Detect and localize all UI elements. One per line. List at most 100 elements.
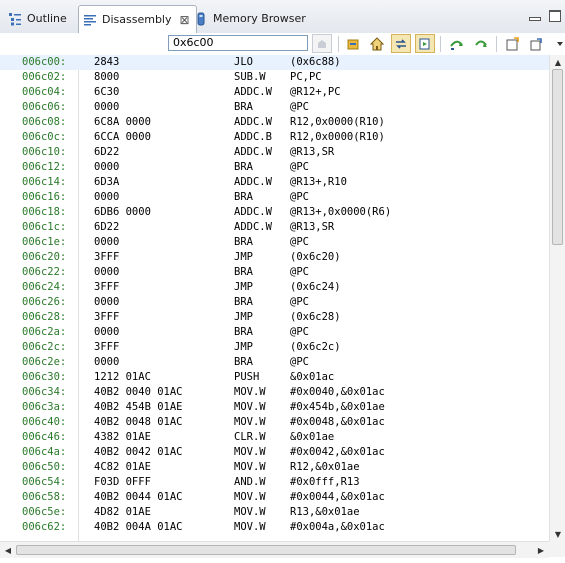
disassembly-row[interactable]: 006c26: 0000 BRA @PC: [0, 295, 549, 310]
memory-browser-icon: [194, 12, 208, 26]
disassembly-row[interactable]: 006c02: 8000 SUB.W PC,PC: [0, 70, 549, 85]
disassembly-row[interactable]: 006c14: 6D3A ADDC.W @R13+,R10: [0, 175, 549, 190]
mnemonic-cell: MOV.W: [234, 491, 266, 503]
scroll-left-icon[interactable]: ◀: [0, 543, 16, 557]
disassembly-row[interactable]: 006c06: 0000 BRA @PC: [0, 100, 549, 115]
address-cell: 006c26:: [22, 296, 67, 308]
opcode-cell: 40B2 004A 01AC: [94, 521, 183, 533]
operands-cell: (0x6c28): [290, 311, 341, 323]
sync-button[interactable]: [391, 34, 411, 53]
home-button[interactable]: [367, 34, 387, 53]
opcode-cell: 2843: [94, 56, 120, 68]
disassembly-row[interactable]: 006c5e: 4D82 01AE MOV.W R13,&0x01ae: [0, 505, 549, 520]
view-menu-button[interactable]: [550, 34, 565, 53]
disassembly-row[interactable]: 006c22: 0000 BRA @PC: [0, 265, 549, 280]
disassembly-row[interactable]: 006c20: 3FFF JMP (0x6c20): [0, 250, 549, 265]
address-cell: 006c2c:: [22, 341, 67, 353]
disassembly-row[interactable]: 006c30: 1212 01AC PUSH &0x01ac: [0, 370, 549, 385]
address-cell: 006c28:: [22, 311, 67, 323]
view-window-controls: [529, 10, 561, 22]
scroll-right-icon[interactable]: ▶: [533, 543, 549, 557]
toolbar-separator: [338, 36, 339, 52]
address-cell: 006c3a:: [22, 401, 67, 413]
opcode-cell: 4D82 01AE: [94, 506, 151, 518]
disassembly-row[interactable]: 006c2a: 0000 BRA @PC: [0, 325, 549, 340]
disassembly-row[interactable]: 006c50: 4C82 01AE MOV.W R12,&0x01ae: [0, 460, 549, 475]
vertical-scroll-thumb[interactable]: [552, 69, 563, 245]
disassembly-row[interactable]: 006c08: 6C8A 0000 ADDC.W R12,0x0000(R10): [0, 115, 549, 130]
disassembly-row[interactable]: 006c40: 40B2 0048 01AC MOV.W #0x0048,&0x01a…: [0, 415, 549, 430]
disassembly-row[interactable]: 006c0c: 6CCA 0000 ADDC.B R12,0x0000(R10): [0, 130, 549, 145]
disassembly-row[interactable]: 006c2e: 0000 BRA @PC: [0, 355, 549, 370]
scroll-up-icon[interactable]: ▲: [550, 55, 565, 69]
refresh-icon: [419, 38, 430, 49]
opcode-cell: 6D22: [94, 221, 120, 233]
opcode-cell: 6D3A: [94, 176, 120, 188]
opcode-cell: 8000: [94, 71, 120, 83]
disassembly-row[interactable]: 006c10: 6D22 ADDC.W @R13,SR: [0, 145, 549, 160]
step-return-button[interactable]: [471, 34, 491, 53]
tab-disassembly-label: Disassembly: [102, 13, 172, 26]
disassembly-row[interactable]: 006c54: F03D 0FFF AND.W #0x0fff,R13: [0, 475, 549, 490]
opcode-cell: 0000: [94, 296, 120, 308]
go-to-address-button[interactable]: [312, 34, 332, 53]
mnemonic-cell: MOV.W: [234, 401, 266, 413]
disassembly-listing[interactable]: 006c00: 2843 JLO (0x6c88) 006c02: 8000 SUB.W PC…: [0, 55, 549, 541]
minimize-icon[interactable]: [529, 17, 541, 21]
scroll-down-icon[interactable]: ▼: [550, 527, 565, 541]
mnemonic-cell: ADDC.W: [234, 146, 272, 158]
maximize-icon[interactable]: [549, 10, 561, 22]
disassembly-row[interactable]: 006c18: 6DB6 0000 ADDC.W @R13+,0x0000(R6): [0, 205, 549, 220]
disassembly-row[interactable]: 006c62: 40B2 004A 01AC MOV.W #0x004a,&0x01a…: [0, 520, 549, 535]
disassembly-row[interactable]: 006c1e: 0000 BRA @PC: [0, 235, 549, 250]
operands-cell: #0x004a,&0x01ac: [290, 521, 385, 533]
address-cell: 006c0c:: [22, 131, 67, 143]
mnemonic-cell: ADDC.W: [234, 116, 272, 128]
vertical-scrollbar[interactable]: ▲ ▼: [549, 55, 565, 541]
pin-button[interactable]: [526, 34, 546, 53]
operands-cell: @R13+,0x0000(R6): [290, 206, 392, 218]
disassembly-row[interactable]: 006c3a: 40B2 454B 01AE MOV.W #0x454b,&0x01a…: [0, 400, 549, 415]
horizontal-scrollbar[interactable]: ◀ ▶: [0, 541, 549, 558]
step-over-icon: [450, 40, 463, 50]
mnemonic-cell: BRA: [234, 236, 253, 248]
disassembly-row[interactable]: 006c34: 40B2 0040 01AC MOV.W #0x0040,&0x01a…: [0, 385, 549, 400]
disassembly-row[interactable]: 006c4a: 40B2 0042 01AC MOV.W #0x0042,&0x01a…: [0, 445, 549, 460]
operands-cell: &0x01ae: [290, 431, 335, 443]
address-input[interactable]: [168, 35, 308, 51]
mnemonic-cell: JLO: [234, 56, 253, 68]
tab-memory-browser[interactable]: Memory Browser: [186, 6, 306, 31]
operands-cell: #0x0048,&0x01ac: [290, 416, 385, 428]
disassembly-row[interactable]: 006c1c: 6D22 ADDC.W @R13,SR: [0, 220, 549, 235]
toolbar-separator: [496, 36, 497, 52]
address-cell: 006c1c:: [22, 221, 67, 233]
disassembly-row[interactable]: 006c00: 2843 JLO (0x6c88): [0, 55, 549, 70]
open-file-button[interactable]: [502, 34, 522, 53]
operands-cell: #0x454b,&0x01ae: [290, 401, 385, 413]
address-cell: 006c12:: [22, 161, 67, 173]
disassembly-row[interactable]: 006c2c: 3FFF JMP (0x6c2c): [0, 340, 549, 355]
disassembly-row[interactable]: 006c04: 6C30 ADDC.W @R12+,PC: [0, 85, 549, 100]
address-cell: 006c50:: [22, 461, 67, 473]
link-button[interactable]: [343, 34, 363, 53]
disassembly-row[interactable]: 006c24: 3FFF JMP (0x6c24): [0, 280, 549, 295]
horizontal-scroll-thumb[interactable]: [16, 545, 516, 555]
address-cell: 006c5e:: [22, 506, 67, 518]
disassembly-row[interactable]: 006c46: 4382 01AE CLR.W &0x01ae: [0, 430, 549, 445]
tab-disassembly[interactable]: Disassembly ⊠: [78, 5, 197, 33]
tab-outline[interactable]: Outline: [0, 6, 67, 31]
mnemonic-cell: BRA: [234, 101, 253, 113]
opcode-cell: 6DB6 0000: [94, 206, 151, 218]
operands-cell: @R13+,R10: [290, 176, 347, 188]
opcode-cell: 4C82 01AE: [94, 461, 151, 473]
address-cell: 006c18:: [22, 206, 67, 218]
disassembly-row[interactable]: 006c16: 0000 BRA @PC: [0, 190, 549, 205]
disassembly-row[interactable]: 006c12: 0000 BRA @PC: [0, 160, 549, 175]
opcode-cell: 4382 01AE: [94, 431, 151, 443]
step-over-button[interactable]: [447, 34, 467, 53]
disassembly-row[interactable]: 006c28: 3FFF JMP (0x6c28): [0, 310, 549, 325]
disassembly-row[interactable]: 006c58: 40B2 0044 01AC MOV.W #0x0044,&0x01a…: [0, 490, 549, 505]
mnemonic-cell: MOV.W: [234, 386, 266, 398]
refresh-button[interactable]: [415, 34, 435, 53]
opcode-cell: 3FFF: [94, 281, 120, 293]
